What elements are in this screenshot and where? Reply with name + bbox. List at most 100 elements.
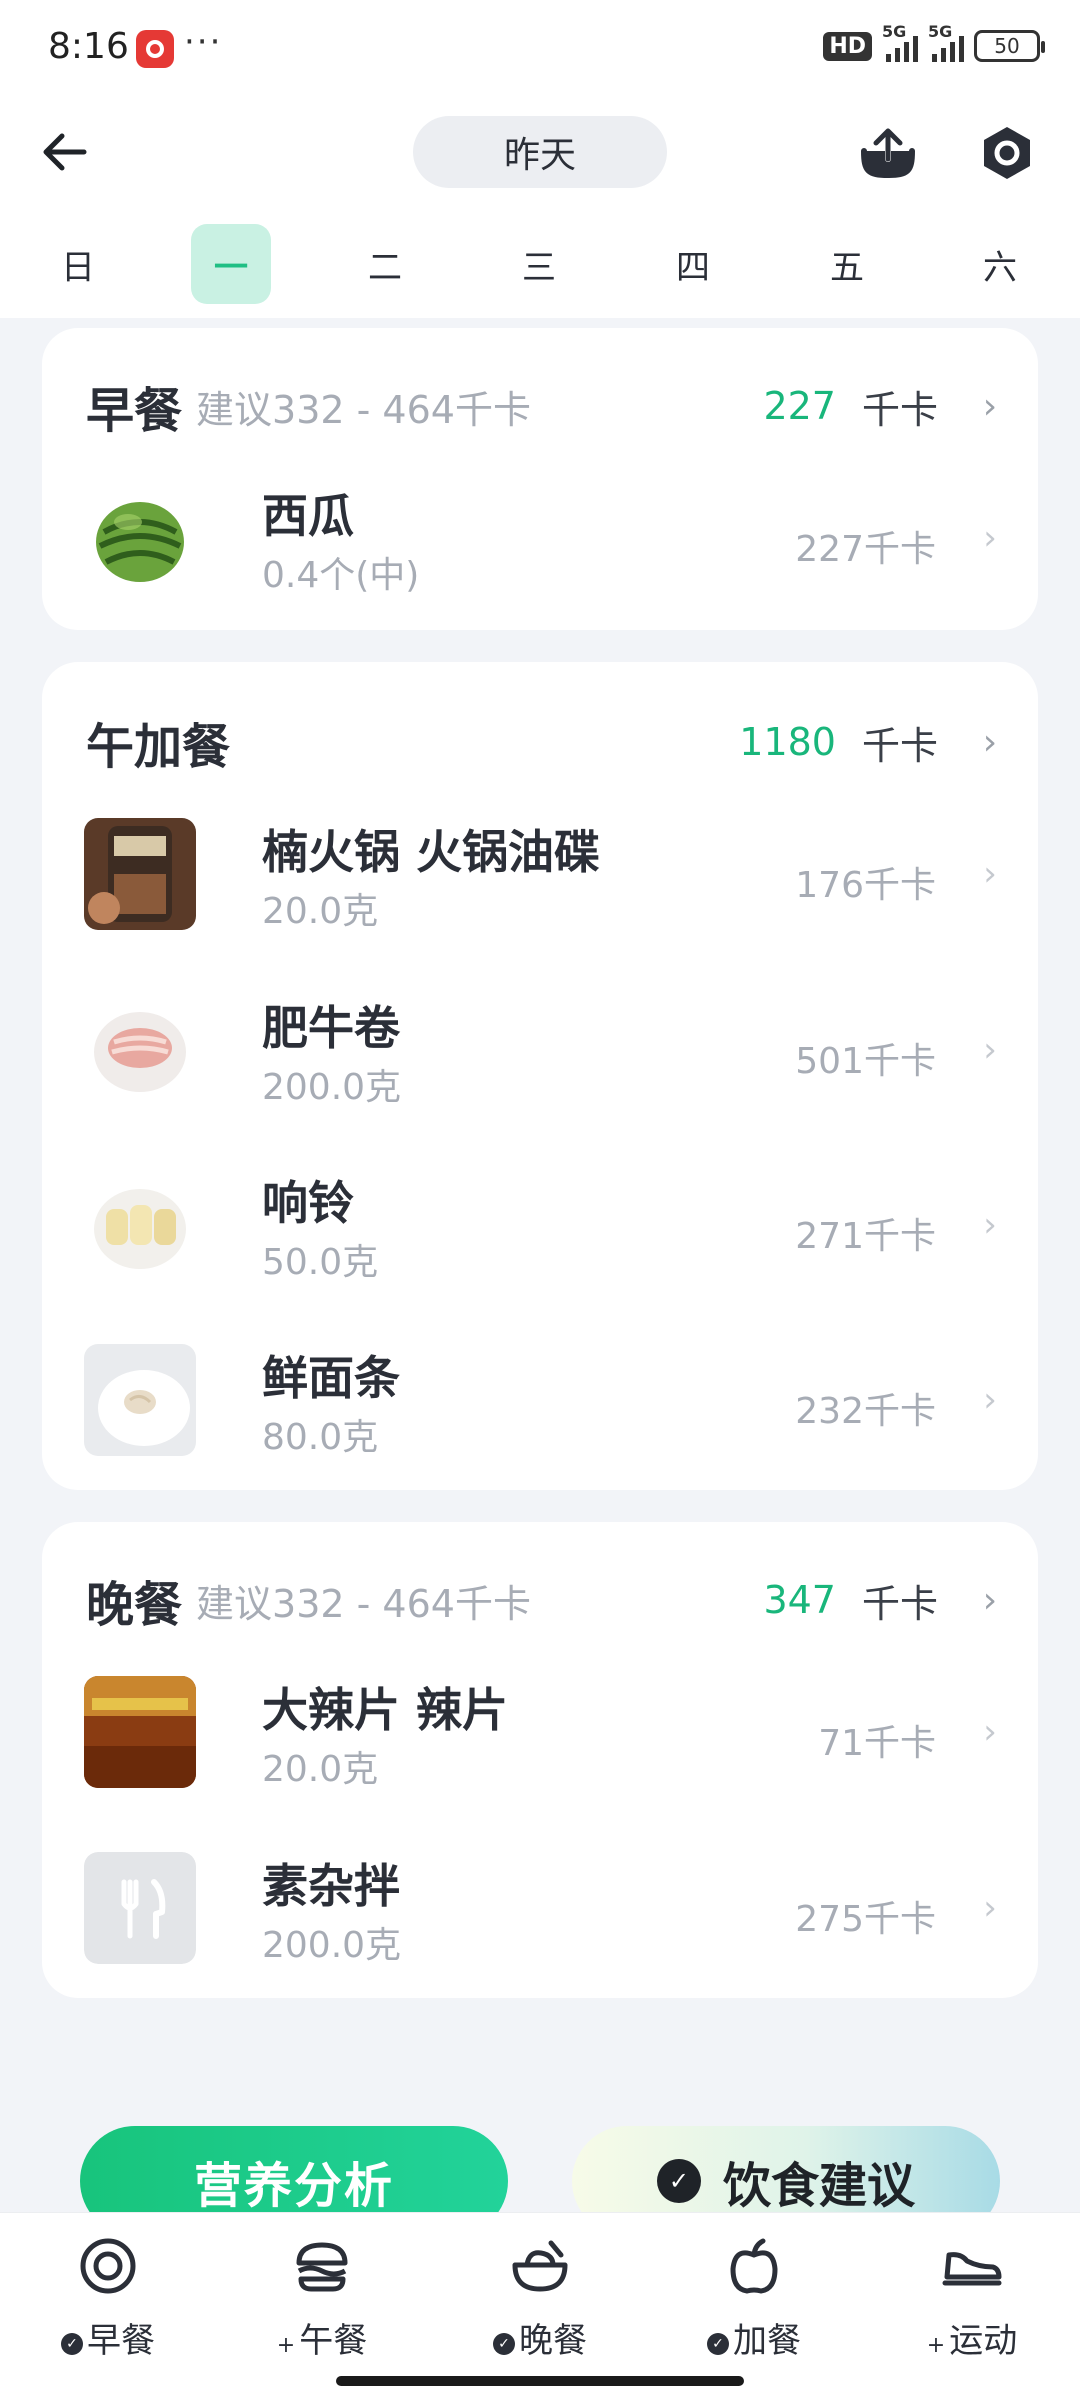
chevron-right-icon: ›	[983, 1205, 997, 1245]
vip-badge-icon: ✓	[656, 2159, 701, 2203]
food-item[interactable]: 鲜面条 80.0克 232千卡 ›	[84, 1334, 1002, 1464]
diet-log-page: 8:16 ··· HD 5G 5G 50 昨天 日 一 二 三 四 五 六 早餐…	[0, 0, 1080, 2401]
week-selector: 日 一 二 三 四 五 六	[0, 222, 1080, 306]
tab-label: ✓ 加餐	[664, 2313, 844, 2362]
breakfast-card: 早餐 建议332 - 464千卡 227 千卡 › 西瓜 0.4个(中) 227…	[42, 328, 1038, 630]
food-amount: 0.4个(中)	[262, 555, 420, 596]
chevron-right-icon: ›	[983, 1888, 997, 1928]
food-item[interactable]: 响铃 50.0克 271千卡 ›	[84, 1159, 1002, 1289]
dinner-card: 晚餐 建议332 - 464千卡 347 千卡 › 大辣片 辣片 20.0克 7…	[42, 1522, 1038, 1998]
meal-calories: 227	[763, 384, 836, 428]
food-calories: 71千卡	[818, 1723, 936, 1764]
tab-text: 早餐	[87, 2321, 155, 2361]
day-wednesday[interactable]: 三	[499, 224, 579, 304]
lunch-snack-header[interactable]: 午加餐 1180 千卡 ›	[86, 702, 1002, 782]
spicy-strips-image	[84, 1676, 196, 1788]
chevron-right-icon: ›	[983, 1030, 997, 1070]
date-selector[interactable]: 昨天	[413, 116, 667, 188]
breakfast-header[interactable]: 早餐 建议332 - 464千卡 227 千卡 ›	[86, 366, 1002, 446]
food-amount: 20.0克	[262, 1749, 379, 1790]
burger-icon	[291, 2235, 353, 2297]
meal-calories: 347	[763, 1578, 836, 1622]
food-name: 鲜面条	[262, 1351, 400, 1405]
settings-button[interactable]	[974, 120, 1040, 186]
plate-icon	[77, 2235, 139, 2297]
date-label: 昨天	[503, 135, 576, 176]
food-calories: 275千卡	[795, 1899, 936, 1940]
day-tuesday[interactable]: 二	[345, 224, 425, 304]
food-item[interactable]: 大辣片 辣片 20.0克 71千卡 ›	[84, 1666, 1002, 1796]
food-item[interactable]: 肥牛卷 200.0克 501千卡 ›	[84, 984, 1002, 1114]
hexagon-settings-icon	[984, 127, 1030, 179]
tab-lunch[interactable]: + 午餐	[232, 2235, 412, 2365]
beef-roll-image	[84, 994, 196, 1106]
fork-knife-placeholder-icon	[84, 1852, 196, 1964]
tab-text: 加餐	[733, 2321, 801, 2361]
tab-label: ✓ 早餐	[18, 2313, 198, 2362]
dinner-header[interactable]: 晚餐 建议332 - 464千卡 347 千卡 ›	[86, 1560, 1002, 1640]
check-icon: ✓	[61, 2333, 83, 2355]
tab-text: 晚餐	[519, 2321, 587, 2361]
back-arrow-icon	[43, 133, 87, 171]
meal-calorie-unit: 千卡	[861, 723, 938, 768]
day-friday[interactable]: 五	[807, 224, 887, 304]
tab-label: ✓ 晚餐	[450, 2313, 630, 2362]
status-bar: 8:16 ··· HD 5G 5G 50	[0, 0, 1080, 100]
plus-icon: +	[926, 2333, 946, 2358]
tab-dinner[interactable]: ✓ 晚餐	[450, 2235, 630, 2365]
netease-music-icon	[136, 30, 174, 68]
back-button[interactable]	[34, 122, 94, 182]
food-calories: 227千卡	[795, 529, 936, 570]
chevron-right-icon: ›	[982, 1579, 998, 1621]
food-item[interactable]: 西瓜 0.4个(中) 227千卡 ›	[84, 472, 1002, 602]
meal-calorie-unit: 千卡	[861, 387, 938, 432]
xiangling-roll-image	[84, 1169, 196, 1281]
food-name: 响铃	[262, 1176, 354, 1230]
top-panel: 8:16 ··· HD 5G 5G 50 昨天 日 一 二 三 四 五 六	[0, 0, 1080, 318]
tab-text: 运动	[949, 2321, 1018, 2361]
food-name: 素杂拌	[262, 1859, 400, 1913]
food-amount: 200.0克	[262, 1925, 402, 1966]
food-item[interactable]: 素杂拌 200.0克 275千卡 ›	[84, 1842, 1002, 1972]
hd-voice-icon: HD	[823, 31, 872, 61]
plus-icon: +	[276, 2333, 296, 2358]
food-name: 大辣片 辣片	[262, 1683, 509, 1737]
chevron-right-icon: ›	[983, 1380, 997, 1420]
meal-calories: 1180	[739, 720, 836, 764]
day-thursday[interactable]: 四	[653, 224, 733, 304]
share-button[interactable]	[855, 120, 921, 186]
hotpot-oil-dish-image	[84, 818, 196, 930]
food-amount: 80.0克	[262, 1417, 379, 1458]
food-amount: 200.0克	[262, 1067, 402, 1108]
food-calories: 176千卡	[795, 865, 936, 906]
network-type-label: 5G	[882, 22, 907, 41]
battery-icon: 50	[974, 30, 1045, 62]
day-saturday[interactable]: 六	[960, 224, 1040, 304]
chevron-right-icon: ›	[982, 385, 998, 427]
food-name: 西瓜	[262, 489, 354, 543]
day-monday[interactable]: 一	[191, 224, 271, 304]
tab-breakfast[interactable]: ✓ 早餐	[18, 2235, 198, 2365]
bowl-icon	[509, 2235, 571, 2297]
home-indicator[interactable]	[336, 2376, 744, 2386]
tab-exercise[interactable]: + 运动	[882, 2235, 1062, 2365]
food-name: 肥牛卷	[262, 1001, 400, 1055]
status-indicators: HD 5G 5G 50	[823, 22, 1045, 62]
header: 昨天	[0, 100, 1080, 200]
diet-advice-label: 饮食建议	[722, 2158, 915, 2214]
tab-snack[interactable]: ✓ 加餐	[664, 2235, 844, 2365]
meal-suggestion: 建议332 - 464千卡	[196, 1581, 531, 1626]
tab-label: + 运动	[882, 2313, 1062, 2362]
food-item[interactable]: 楠火锅 火锅油碟 20.0克 176千卡 ›	[84, 808, 1002, 938]
signal-icon-1: 5G	[882, 22, 918, 62]
check-icon: ✓	[707, 2333, 729, 2355]
day-sunday[interactable]: 日	[38, 224, 118, 304]
lunch-snack-card: 午加餐 1180 千卡 › 楠火锅 火锅油碟 20.0克 176千卡 › 肥牛卷…	[42, 662, 1038, 1490]
food-calories: 271千卡	[795, 1216, 936, 1257]
sneaker-icon	[941, 2235, 1003, 2297]
chevron-right-icon: ›	[982, 721, 998, 763]
meal-calorie-unit: 千卡	[861, 1581, 938, 1626]
apple-icon	[723, 2235, 785, 2297]
food-name: 楠火锅 火锅油碟	[262, 825, 601, 879]
share-icon	[861, 128, 915, 179]
